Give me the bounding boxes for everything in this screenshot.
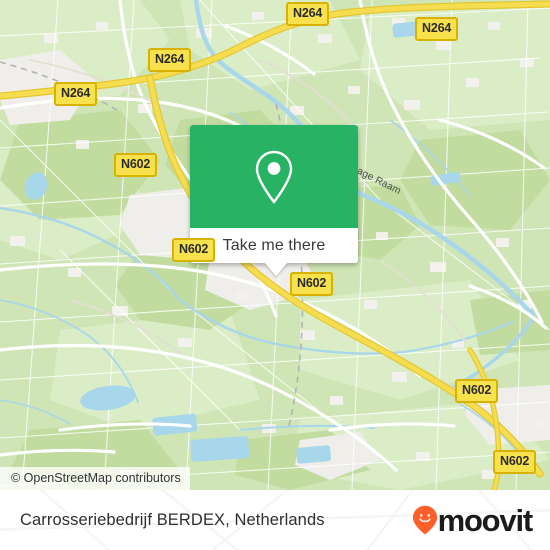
map-canvas[interactable]: N264 N264 N264 N264 N602 N602 N602 N602 … [0,0,550,490]
moovit-logo[interactable]: moovit [412,502,534,538]
moovit-place-card: N264 N264 N264 N264 N602 N602 N602 N602 … [0,0,550,550]
popup-pointer-tail [264,262,288,276]
road-shield-n602-left: N602 [114,153,158,177]
popup-header [190,125,358,228]
popup-action[interactable]: Take me there [190,228,358,276]
place-popup[interactable]: Take me there [190,125,358,276]
road-shield-n264-upper-left: N264 [148,48,192,72]
map-attribution[interactable]: © OpenStreetMap contributors [0,467,190,490]
place-title: Carrosseriebedrijf BERDEX, Netherlands [20,510,325,529]
road-shield-n264-top-center: N264 [286,2,330,26]
moovit-wordmark: moovit [437,502,534,538]
road-shield-n602-behind-popup: N602 [172,238,216,262]
road-shield-n602-right: N602 [455,379,499,403]
map-pin-icon [255,150,293,204]
moovit-pin-smile-icon [412,505,437,535]
bottom-bar: Carrosseriebedrijf BERDEX, Netherlands m… [0,490,550,550]
road-shield-n602-center: N602 [290,272,334,296]
road-shield-n602-bottom-right: N602 [493,450,537,474]
road-shield-n264-top-right: N264 [415,17,459,41]
popup-action-label: Take me there [222,236,326,254]
road-shield-n264-left: N264 [54,82,98,106]
